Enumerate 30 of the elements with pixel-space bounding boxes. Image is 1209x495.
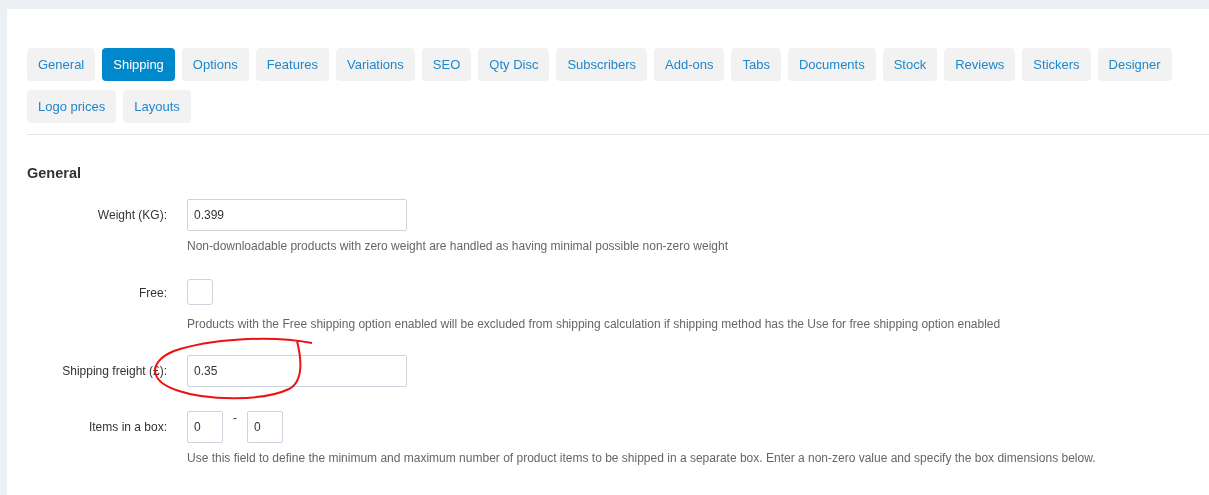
tab[interactable]: Logo prices <box>27 90 117 123</box>
tab[interactable]: Reviews <box>944 48 1016 81</box>
tab[interactable]: Documents <box>787 48 876 81</box>
tab[interactable]: General <box>27 48 96 81</box>
section-heading: General <box>27 165 82 181</box>
tab[interactable]: Tabs <box>731 48 781 81</box>
tab[interactable]: Add-ons <box>654 48 725 81</box>
help-text: Non-downloadable products with zero weight are handled as having minimal possible non-zero weight <box>187 239 729 253</box>
tab[interactable]: Subscribers <box>556 48 648 81</box>
help-text: Use this field to define the minimum and maximum number of product items to be shipped in a separate box. Enter a non-zero value and specify the box dimensions below. <box>187 451 1097 465</box>
tab[interactable]: Layouts <box>123 90 191 123</box>
input-field[interactable]: 0 <box>187 411 223 443</box>
checkbox[interactable] <box>187 279 213 305</box>
tab[interactable]: SEO <box>421 48 472 81</box>
field-label: Free: <box>138 285 168 302</box>
range-separator: - <box>233 411 237 425</box>
help-text: Products with the Free shipping option enabled will be excluded from shipping calculation if shipping method has the Use for free shipping option enabled <box>187 317 1002 331</box>
input-field[interactable]: 0.35 <box>187 355 407 387</box>
tab[interactable]: Shipping <box>102 48 175 81</box>
tab[interactable]: Qty Disc <box>478 48 550 81</box>
tab[interactable]: Stickers <box>1022 48 1091 81</box>
field-label: Items in a box: <box>87 419 168 436</box>
input-field[interactable]: 0 <box>247 411 283 443</box>
tab[interactable]: Stock <box>882 48 938 81</box>
field-label: Weight (KG): <box>96 207 168 224</box>
input-field[interactable]: 0.399 <box>187 199 407 231</box>
tab[interactable]: Designer <box>1097 48 1172 81</box>
tab[interactable]: Options <box>181 48 249 81</box>
tab[interactable]: Features <box>255 48 329 81</box>
tab[interactable]: Variations <box>336 48 415 81</box>
